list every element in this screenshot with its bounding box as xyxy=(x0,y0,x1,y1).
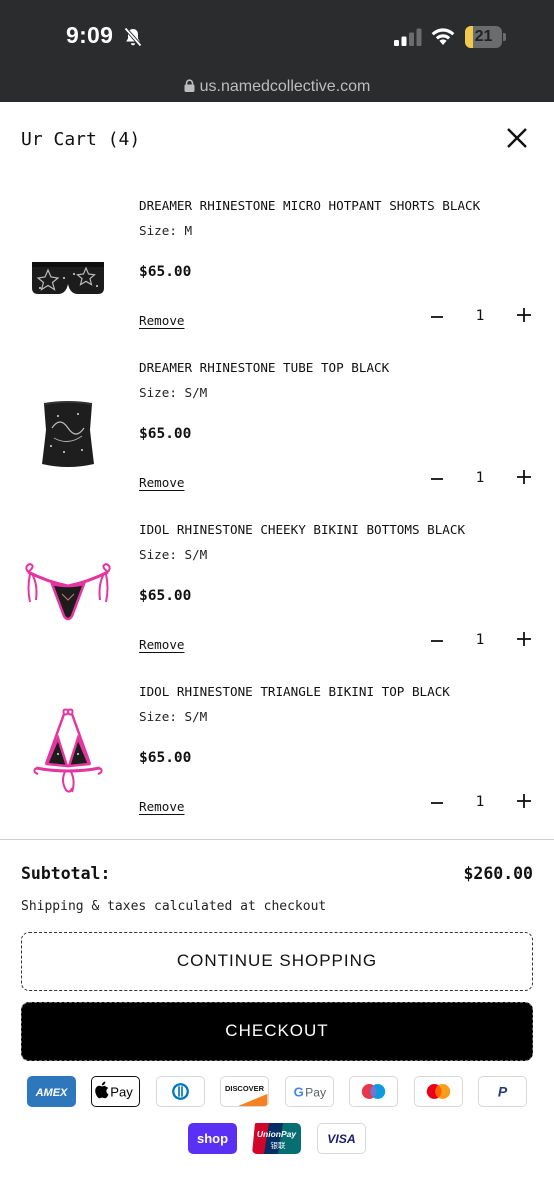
decrease-quantity-icon[interactable] xyxy=(426,792,448,814)
lock-icon xyxy=(184,79,195,92)
item-name[interactable]: DREAMER RHINESTONE MICRO HOTPANT SHORTS … xyxy=(139,198,480,213)
item-quantity: 1 xyxy=(475,632,485,648)
item-name[interactable]: IDOL RHINESTONE CHEEKY BIKINI BOTTOMS BL… xyxy=(139,522,465,537)
status-time: 9:09 xyxy=(66,22,114,48)
wifi-icon xyxy=(431,28,455,45)
maestro-icon xyxy=(349,1076,398,1107)
item-price: $65.00 xyxy=(139,426,192,442)
apple-pay-text: Pay xyxy=(110,1085,133,1100)
bell-slash-icon xyxy=(124,27,142,47)
cart-item: DREAMER RHINESTONE TUBE TOP BLACK Size: … xyxy=(0,358,554,520)
black-rhinestone-shorts-image[interactable] xyxy=(18,218,118,318)
diners-club-icon xyxy=(156,1076,205,1107)
item-name[interactable]: IDOL RHINESTONE TRIANGLE BIKINI TOP BLAC… xyxy=(139,684,450,699)
subtotal-value: $260.00 xyxy=(463,864,533,883)
google-pay-icon: G Pay xyxy=(285,1076,334,1107)
shop-pay-text: shop xyxy=(197,1131,228,1146)
url-text: us.namedcollective.com xyxy=(199,78,371,95)
item-quantity: 1 xyxy=(475,308,485,324)
remove-link[interactable]: Remove xyxy=(139,637,185,652)
checkout-button[interactable]: CHECKOUT xyxy=(21,1002,533,1061)
pink-black-bikini-bottom-image[interactable] xyxy=(18,542,118,642)
shipping-note: Shipping & taxes calculated at checkout xyxy=(21,899,327,914)
cart-item: IDOL RHINESTONE TRIANGLE BIKINI TOP BLAC… xyxy=(0,682,554,844)
item-price: $65.00 xyxy=(139,750,192,766)
unionpay-text: UnionPay xyxy=(257,1129,297,1139)
cart-item: IDOL RHINESTONE CHEEKY BIKINI BOTTOMS BL… xyxy=(0,520,554,682)
unionpay-icon: UnionPay 银联 xyxy=(252,1123,301,1154)
remove-link[interactable]: Remove xyxy=(139,475,185,490)
paypal-text: P xyxy=(498,1084,508,1100)
item-quantity: 1 xyxy=(475,470,485,486)
item-size: Size: M xyxy=(139,223,193,238)
battery-indicator: 21 xyxy=(465,26,507,48)
discover-icon: DISCOVER xyxy=(220,1076,269,1107)
cart-title: Ur Cart (4) xyxy=(21,129,141,150)
close-icon[interactable] xyxy=(503,124,531,152)
remove-link[interactable]: Remove xyxy=(139,799,185,814)
svg-text:G: G xyxy=(294,1085,304,1100)
item-size: Size: S/M xyxy=(139,709,208,724)
item-size: Size: S/M xyxy=(139,385,208,400)
item-name[interactable]: DREAMER RHINESTONE TUBE TOP BLACK xyxy=(139,360,389,375)
remove-link[interactable]: Remove xyxy=(139,313,185,328)
increase-quantity-icon[interactable] xyxy=(513,304,535,326)
item-size: Size: S/M xyxy=(139,547,208,562)
cart-item: DREAMER RHINESTONE MICRO HOTPANT SHORTS … xyxy=(0,196,554,358)
paypal-icon: P xyxy=(478,1076,527,1107)
increase-quantity-icon[interactable] xyxy=(513,790,535,812)
amex-text: AMEX xyxy=(35,1087,68,1099)
increase-quantity-icon[interactable] xyxy=(513,466,535,488)
item-price: $65.00 xyxy=(139,264,192,280)
cellular-signal-icon xyxy=(394,28,422,46)
amex-icon: AMEX xyxy=(27,1076,76,1107)
browser-topbar: 9:09 21 us.namedcollective.com xyxy=(0,0,554,102)
address-bar[interactable]: us.namedcollective.com xyxy=(0,78,554,96)
continue-shopping-button[interactable]: CONTINUE SHOPPING xyxy=(21,932,533,991)
google-pay-text: Pay xyxy=(305,1086,327,1100)
visa-text: VISA xyxy=(327,1132,355,1146)
decrease-quantity-icon[interactable] xyxy=(426,306,448,328)
apple-pay-icon: Pay xyxy=(91,1076,140,1107)
pink-black-bikini-top-image[interactable] xyxy=(18,704,118,804)
discover-text: DISCOVER xyxy=(225,1084,265,1093)
item-price: $65.00 xyxy=(139,588,192,604)
increase-quantity-icon[interactable] xyxy=(513,628,535,650)
subtotal-label: Subtotal: xyxy=(21,864,111,883)
shop-pay-icon: shop xyxy=(188,1123,237,1154)
decrease-quantity-icon[interactable] xyxy=(426,468,448,490)
item-quantity: 1 xyxy=(475,794,485,810)
battery-level: 21 xyxy=(474,28,493,45)
decrease-quantity-icon[interactable] xyxy=(426,630,448,652)
visa-icon: VISA xyxy=(317,1123,366,1154)
black-rhinestone-tube-top-image[interactable] xyxy=(18,380,118,480)
unionpay-cn-text: 银联 xyxy=(271,1141,286,1150)
mastercard-icon xyxy=(414,1076,463,1107)
divider xyxy=(0,839,554,840)
